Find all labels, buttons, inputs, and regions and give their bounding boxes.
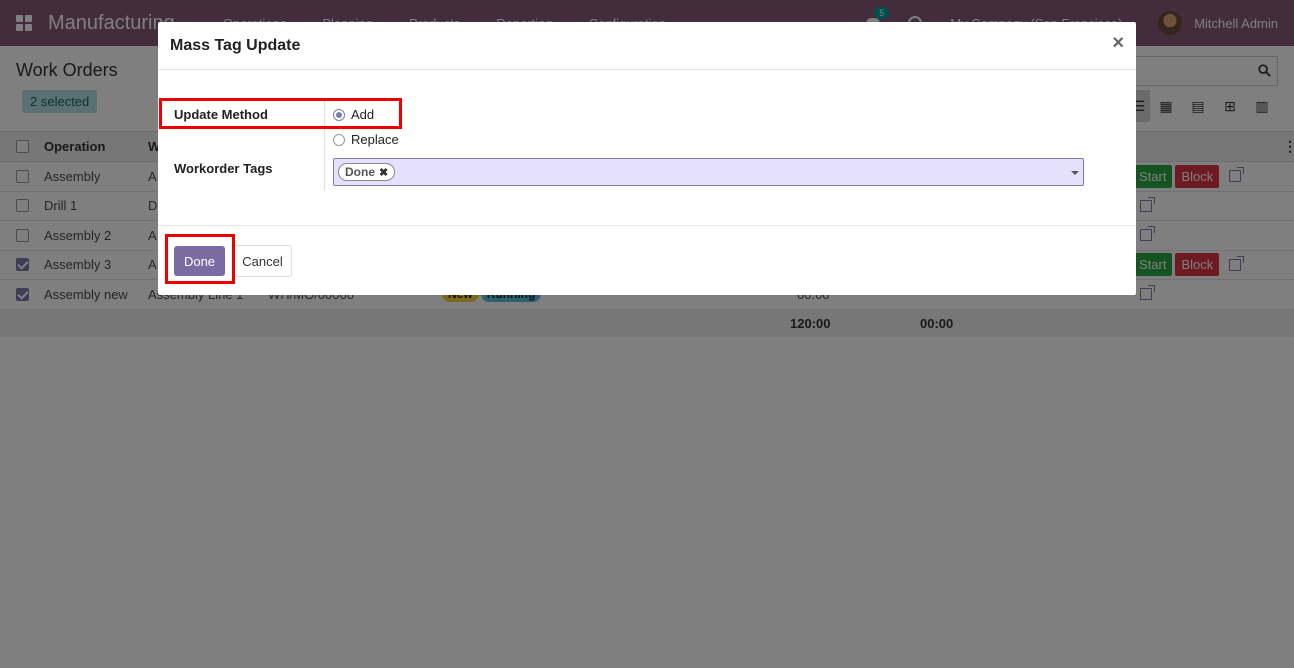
chevron-down-icon[interactable] — [1071, 171, 1079, 175]
modal-footer: Done Cancel — [158, 226, 1136, 294]
radio-replace-button[interactable] — [333, 133, 345, 146]
highlight-done-button — [165, 234, 235, 284]
field-divider — [324, 154, 325, 190]
workorder-tags-label: Workorder Tags — [174, 161, 273, 176]
modal-body: Update Method Add Replace Workorder Tags… — [158, 70, 1136, 226]
radio-replace[interactable]: Replace — [333, 132, 399, 147]
workorder-tags-input[interactable]: Done ✖ — [333, 158, 1084, 186]
tag-chip-label: Done — [345, 165, 375, 179]
cancel-button[interactable]: Cancel — [233, 245, 292, 277]
highlight-update-method — [159, 98, 402, 129]
radio-replace-label[interactable]: Replace — [351, 132, 399, 147]
mass-tag-update-dialog: Mass Tag Update × Update Method Add Repl… — [158, 22, 1136, 295]
modal-title: Mass Tag Update — [170, 37, 301, 54]
tag-chip-done: Done ✖ — [338, 163, 396, 181]
tag-remove-icon[interactable]: ✖ — [379, 166, 388, 179]
modal-header: Mass Tag Update × — [158, 22, 1136, 70]
close-icon[interactable]: × — [1112, 32, 1124, 55]
